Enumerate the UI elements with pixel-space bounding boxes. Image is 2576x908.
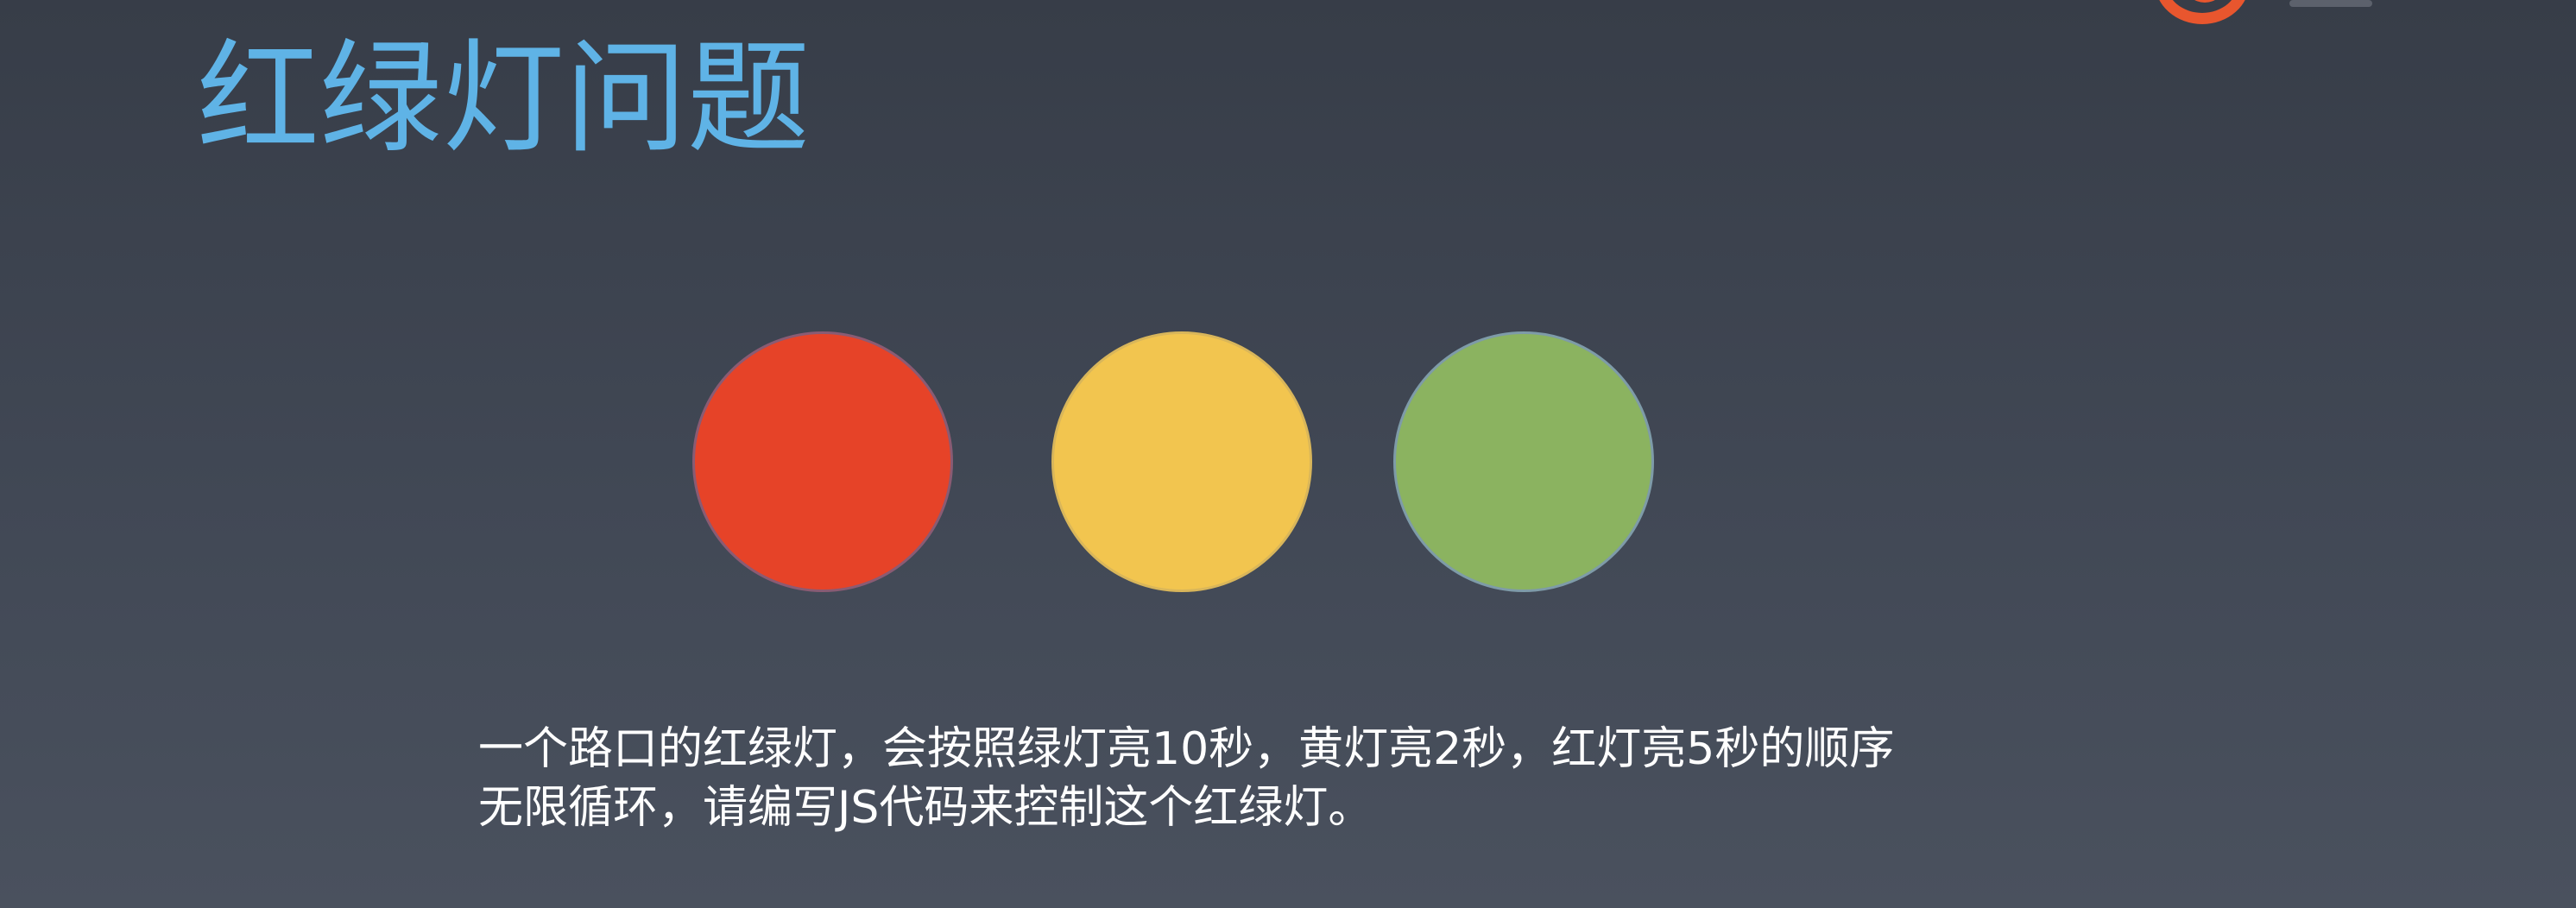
brand-logo-text-fragment [2289, 0, 2372, 7]
brand-logo-inner [2185, 0, 2225, 3]
brand-logo-icon [2155, 0, 2250, 24]
description-line-2: 无限循环，请编写JS代码来控制这个红绿灯。 [478, 782, 1373, 834]
problem-description: 一个路口的红绿灯，会按照绿灯亮10秒，黄灯亮2秒，红灯亮5秒的顺序 无限循环，请… [478, 720, 2118, 837]
slide-title: 红绿灯问题 [197, 28, 810, 170]
yellow-light [1051, 331, 1312, 592]
green-light [1393, 331, 1654, 592]
description-line-1: 一个路口的红绿灯，会按照绿灯亮10秒，黄灯亮2秒，红灯亮5秒的顺序 [478, 723, 1895, 775]
slide: 红绿灯问题 一个路口的红绿灯，会按照绿灯亮10秒，黄灯亮2秒，红灯亮5秒的顺序 … [0, 0, 2576, 908]
red-light [692, 331, 953, 592]
